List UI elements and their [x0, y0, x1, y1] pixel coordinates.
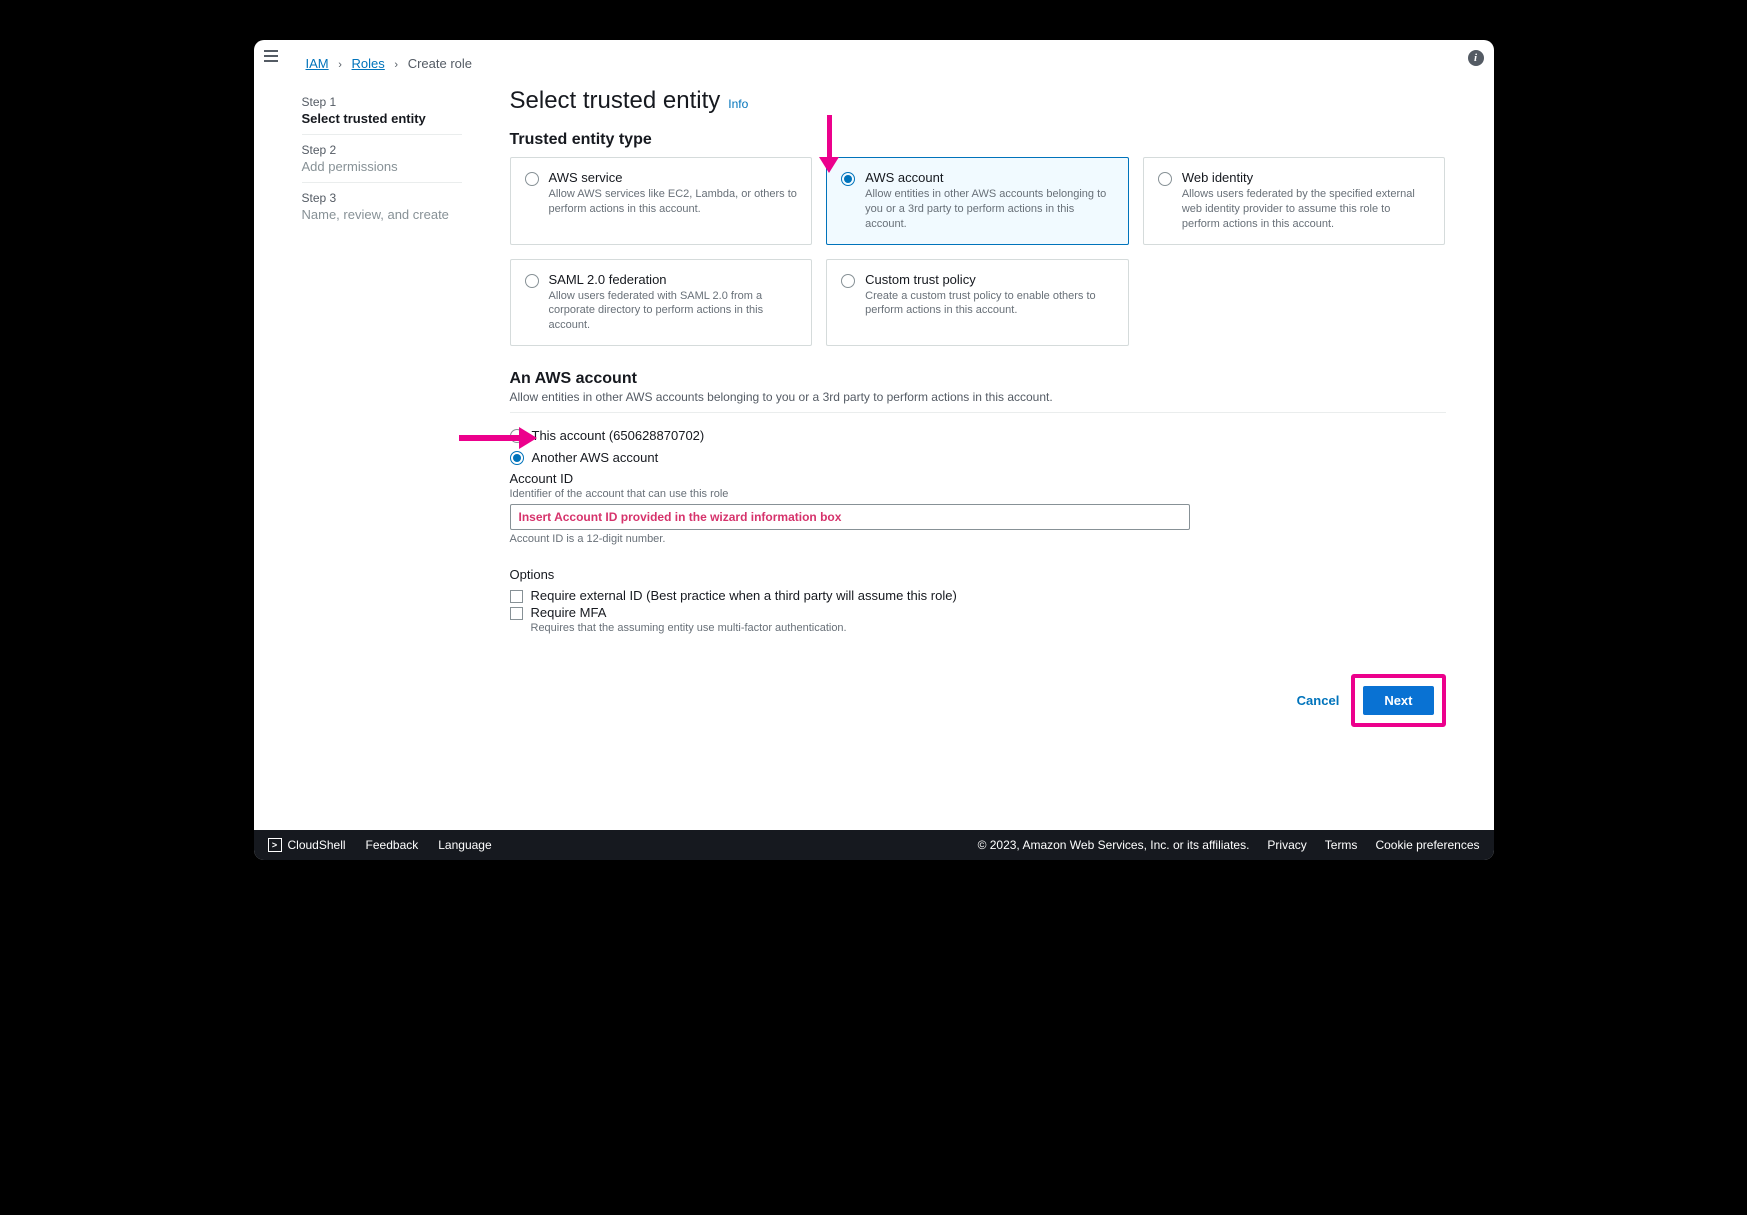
breadcrumb-current: Create role: [408, 56, 472, 71]
radio-icon: [841, 172, 855, 186]
radio-icon: [510, 451, 524, 465]
checkbox-icon: [510, 590, 523, 603]
hamburger-icon[interactable]: [264, 50, 278, 62]
option-web-identity[interactable]: Web identity Allows users federated by t…: [1143, 157, 1446, 245]
footer-actions: Cancel Next: [510, 674, 1446, 727]
breadcrumb-roles[interactable]: Roles: [352, 56, 385, 71]
checkbox-icon: [510, 607, 523, 620]
breadcrumb-iam[interactable]: IAM: [306, 56, 329, 71]
step-3: Step 3 Name, review, and create: [302, 183, 462, 230]
privacy-link[interactable]: Privacy: [1267, 838, 1306, 852]
step-1[interactable]: Step 1 Select trusted entity: [302, 87, 462, 135]
radio-icon: [1158, 172, 1172, 186]
divider: [510, 412, 1446, 413]
copyright-text: © 2023, Amazon Web Services, Inc. or its…: [978, 838, 1250, 852]
wizard-sidebar: Step 1 Select trusted entity Step 2 Add …: [302, 87, 462, 727]
option-aws-account[interactable]: AWS account Allow entities in other AWS …: [826, 157, 1129, 245]
checkbox-require-external-id[interactable]: Require external ID (Best practice when …: [510, 588, 1446, 603]
radio-icon: [525, 172, 539, 186]
account-id-hint: Identifier of the account that can use t…: [510, 488, 1446, 500]
option-custom-trust[interactable]: Custom trust policy Create a custom trus…: [826, 259, 1129, 347]
feedback-link[interactable]: Feedback: [366, 838, 419, 852]
app-window: i IAM › Roles › Create role Step 1 Selec…: [254, 40, 1494, 860]
account-id-input[interactable]: Insert Account ID provided in the wizard…: [510, 504, 1190, 530]
radio-icon: [525, 274, 539, 288]
require-mfa-desc: Requires that the assuming entity use mu…: [531, 622, 1446, 634]
step-2: Step 2 Add permissions: [302, 135, 462, 183]
cloudshell-icon: >: [268, 838, 282, 852]
radio-icon: [841, 274, 855, 288]
radio-another-account[interactable]: Another AWS account: [510, 449, 1446, 465]
option-aws-service[interactable]: AWS service Allow AWS services like EC2,…: [510, 157, 813, 245]
page-title: Select trusted entity Info: [510, 87, 1446, 115]
chevron-right-icon: ›: [338, 59, 342, 71]
cancel-button[interactable]: Cancel: [1297, 693, 1340, 708]
cookie-link[interactable]: Cookie preferences: [1375, 838, 1479, 852]
radio-this-account[interactable]: This account (650628870702): [510, 427, 1446, 443]
option-saml[interactable]: SAML 2.0 federation Allow users federate…: [510, 259, 813, 347]
console-footer: > CloudShell Feedback Language © 2023, A…: [254, 830, 1494, 860]
info-icon[interactable]: i: [1468, 50, 1484, 66]
trusted-entity-header: Trusted entity type: [510, 131, 1446, 149]
aws-account-section-desc: Allow entities in other AWS accounts bel…: [510, 390, 1446, 404]
breadcrumb: IAM › Roles › Create role: [302, 56, 1446, 71]
next-button-highlight: Next: [1351, 674, 1445, 727]
main-content: Select trusted entity Info Trusted entit…: [510, 87, 1446, 727]
chevron-right-icon: ›: [394, 59, 398, 71]
aws-account-section-title: An AWS account: [510, 370, 1446, 388]
account-id-label: Account ID: [510, 471, 1446, 486]
cloudshell-link[interactable]: > CloudShell: [268, 838, 346, 852]
terms-link[interactable]: Terms: [1325, 838, 1358, 852]
language-link[interactable]: Language: [438, 838, 491, 852]
checkbox-require-mfa[interactable]: Require MFA: [510, 605, 1446, 620]
info-link[interactable]: Info: [728, 97, 748, 111]
account-id-subhint: Account ID is a 12-digit number.: [510, 533, 1446, 545]
options-title: Options: [510, 567, 1446, 582]
radio-icon: [510, 429, 524, 443]
next-button[interactable]: Next: [1363, 686, 1433, 715]
